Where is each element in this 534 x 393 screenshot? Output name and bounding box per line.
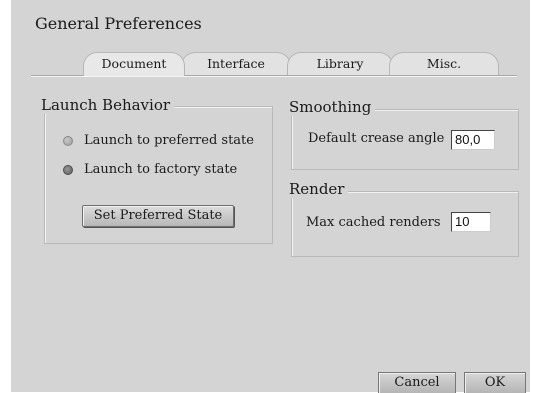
- tab-document[interactable]: Document: [83, 52, 185, 76]
- radio-label: Launch to factory state: [84, 162, 238, 177]
- crease-angle-label: Default crease angle: [308, 131, 445, 146]
- max-cached-renders-field[interactable]: 10: [451, 212, 491, 232]
- launch-behavior-title: Launch Behavior: [37, 96, 175, 114]
- cancel-button[interactable]: Cancel: [378, 372, 456, 393]
- tab-library[interactable]: Library: [287, 52, 393, 76]
- max-cached-renders-label: Max cached renders: [306, 215, 441, 230]
- tab-interface[interactable]: Interface: [181, 52, 291, 76]
- radio-option-preferred[interactable]: Launch to preferred state: [63, 133, 254, 148]
- tab-bar: Document Interface Library Misc.: [31, 52, 517, 76]
- tab-misc[interactable]: Misc.: [389, 52, 499, 76]
- dialog-title: General Preferences: [35, 14, 202, 33]
- radio-button-icon[interactable]: [63, 135, 73, 146]
- set-preferred-state-button[interactable]: Set Preferred State: [82, 205, 234, 227]
- smoothing-title: Smoothing: [285, 98, 376, 116]
- crease-angle-field[interactable]: 80,0: [451, 130, 495, 150]
- radio-option-factory[interactable]: Launch to factory state: [63, 162, 237, 177]
- render-title: Render: [285, 180, 349, 198]
- tab-underline-highlight: [31, 76, 517, 77]
- ok-button[interactable]: OK: [464, 372, 526, 393]
- preferences-dialog: General Preferences Document Interface L…: [11, 0, 530, 393]
- radio-label: Launch to preferred state: [84, 133, 254, 148]
- radio-button-selected-icon[interactable]: [63, 164, 73, 175]
